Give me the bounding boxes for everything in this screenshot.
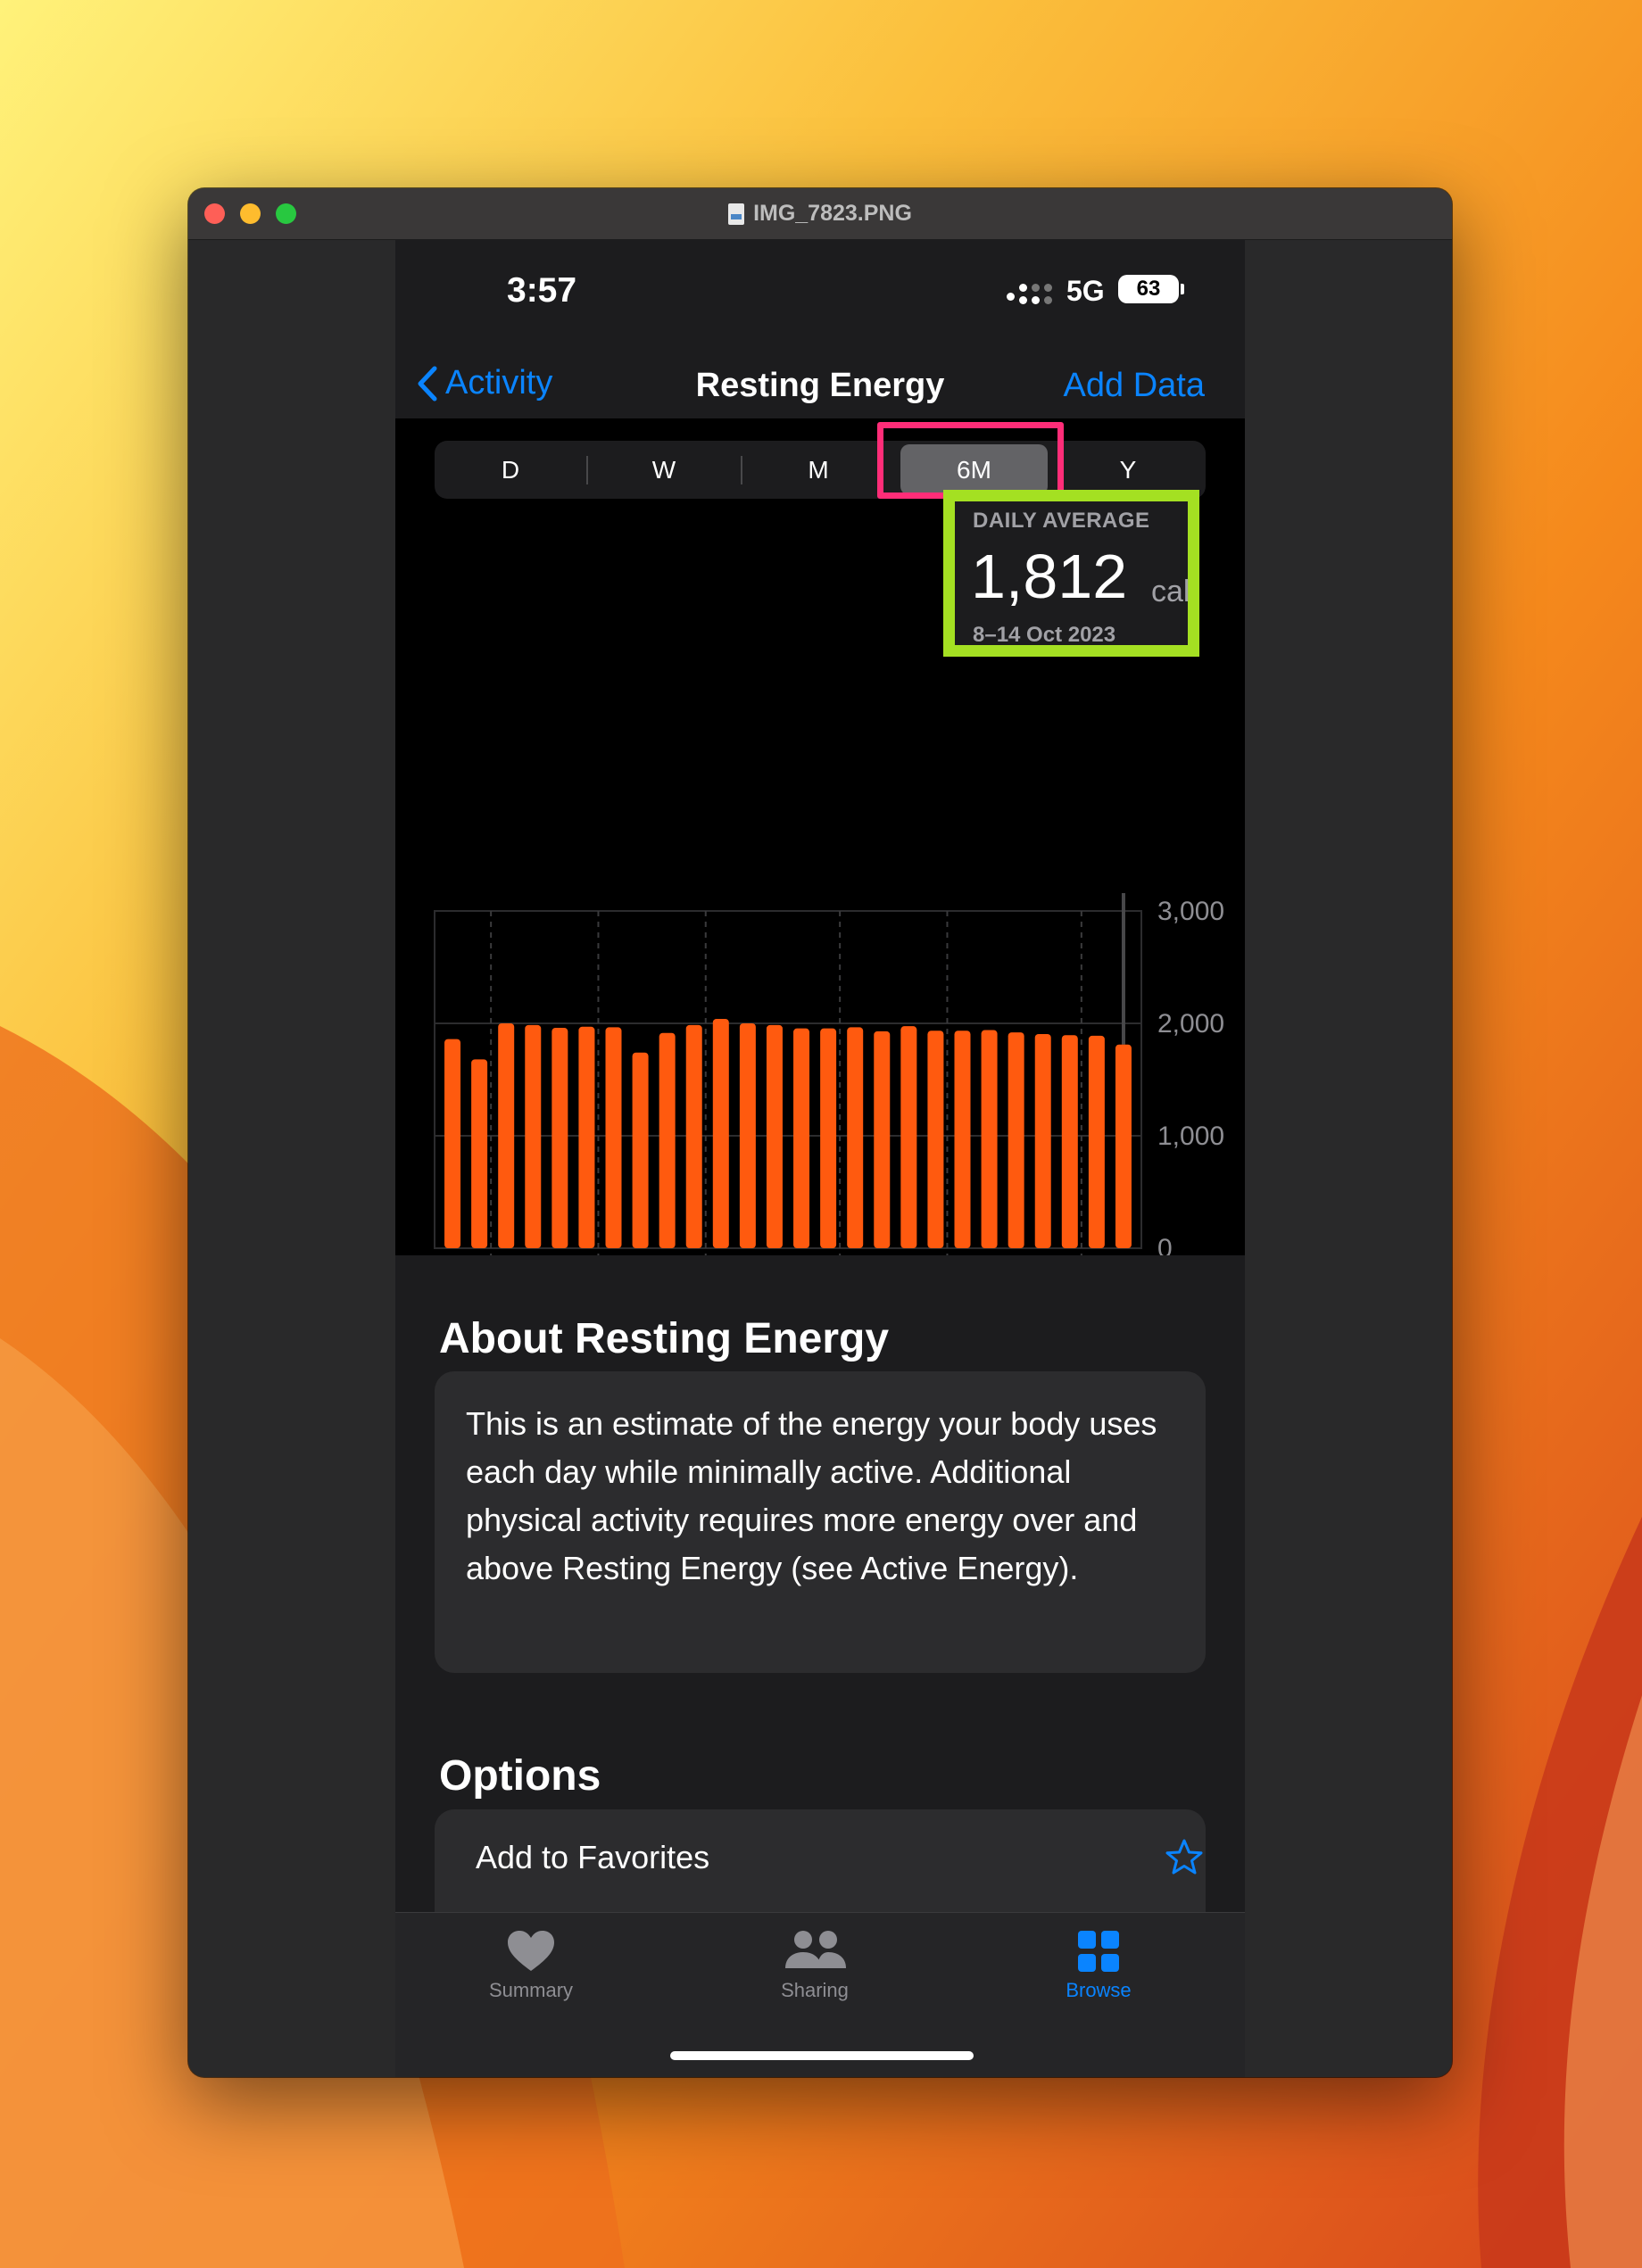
chart-bar — [1115, 1044, 1132, 1248]
image-file-icon — [728, 203, 745, 225]
chart-bar — [1061, 1035, 1078, 1248]
chart-bar — [632, 1052, 649, 1248]
phone-screenshot: 3:57 5G 63 Activity Resting Energy Add D… — [395, 239, 1245, 2077]
chart-bar — [551, 1028, 568, 1248]
tab-summary-label: Summary — [488, 1979, 574, 2001]
chart-bar — [471, 1059, 488, 1248]
y-tick-label: 3,000 — [1157, 897, 1224, 926]
chart-bar — [659, 1032, 676, 1248]
options-heading: Options — [439, 1752, 601, 1800]
chart-bar — [793, 1028, 810, 1248]
chart-bar — [605, 1027, 622, 1248]
chart-bar — [900, 1026, 917, 1248]
add-data-button[interactable]: Add Data — [1064, 367, 1205, 405]
status-time: 3:57 — [507, 271, 577, 310]
chart-bar — [739, 1023, 756, 1248]
about-heading: About Resting Energy — [439, 1315, 890, 1362]
tab-bar: Summary Sharing Browse — [395, 1912, 1245, 2077]
window-title: IMG_7823.PNG — [753, 201, 912, 226]
popup-value: 1,812 — [971, 542, 1128, 611]
chart-bar — [444, 1039, 461, 1248]
chart-bar — [981, 1030, 998, 1248]
popup-date: 8–14 Oct 2023 — [973, 623, 1116, 647]
cellular-signal-icon — [1007, 284, 1053, 310]
y-tick-label: 2,000 — [1157, 1009, 1224, 1039]
tab-browse[interactable]: Browse — [1009, 1929, 1188, 2002]
home-indicator — [670, 2051, 974, 2060]
add-to-favorites-label: Add to Favorites — [476, 1839, 710, 1875]
tab-browse-label: Browse — [1066, 1979, 1132, 2001]
chart-bar — [820, 1028, 837, 1248]
about-card: This is an estimate of the energy your b… — [435, 1371, 1206, 1673]
daily-average-popup: DAILY AVERAGE 1,812 cal 8–14 Oct 2023 — [943, 490, 1199, 657]
chart-bar — [874, 1031, 891, 1248]
chart-bar — [685, 1024, 702, 1248]
chart-bar — [766, 1024, 783, 1248]
chart-bar — [847, 1027, 864, 1248]
grid-icon — [1078, 1931, 1119, 1972]
chart-bar — [498, 1023, 515, 1248]
chart-bar — [954, 1031, 971, 1248]
battery-tip — [1181, 284, 1184, 294]
navigation-bar: Activity Resting Energy Add Data — [395, 337, 1245, 428]
about-text: This is an estimate of the energy your b… — [466, 1405, 1157, 1586]
popup-unit: cal — [1151, 575, 1190, 608]
chart-bar — [927, 1031, 944, 1248]
status-bar: 3:57 5G 63 — [395, 239, 1245, 337]
popup-label: DAILY AVERAGE — [973, 509, 1150, 533]
chart-bar — [578, 1026, 595, 1248]
chart-bar — [712, 1018, 729, 1248]
tab-sharing-label: Sharing — [781, 1979, 849, 2001]
network-type: 5G — [1066, 275, 1105, 307]
chart-bar — [1008, 1032, 1024, 1248]
chart-bar — [1034, 1033, 1051, 1248]
window-title-group: IMG_7823.PNG — [188, 188, 1452, 239]
y-tick-label: 1,000 — [1157, 1122, 1224, 1151]
preview-window: IMG_7823.PNG 3:57 5G 63 Activity Resting… — [188, 188, 1452, 2077]
chart-bar — [1088, 1035, 1105, 1248]
chart-section: D W M 6M Y 01,0002,0003,000MayJunJulAugS… — [395, 418, 1245, 1255]
y-tick-label: 0 — [1157, 1234, 1173, 1255]
tab-summary[interactable]: Summary — [442, 1929, 620, 2002]
window-titlebar: IMG_7823.PNG — [188, 188, 1452, 240]
add-to-favorites-row[interactable]: Add to Favorites — [435, 1809, 1206, 1916]
star-icon — [1165, 1839, 1203, 1875]
tab-sharing[interactable]: Sharing — [726, 1929, 904, 2002]
heart-icon — [508, 1931, 554, 1971]
battery-icon: 63 — [1118, 275, 1179, 303]
people-icon — [785, 1931, 846, 1968]
chart-bar — [525, 1024, 542, 1248]
